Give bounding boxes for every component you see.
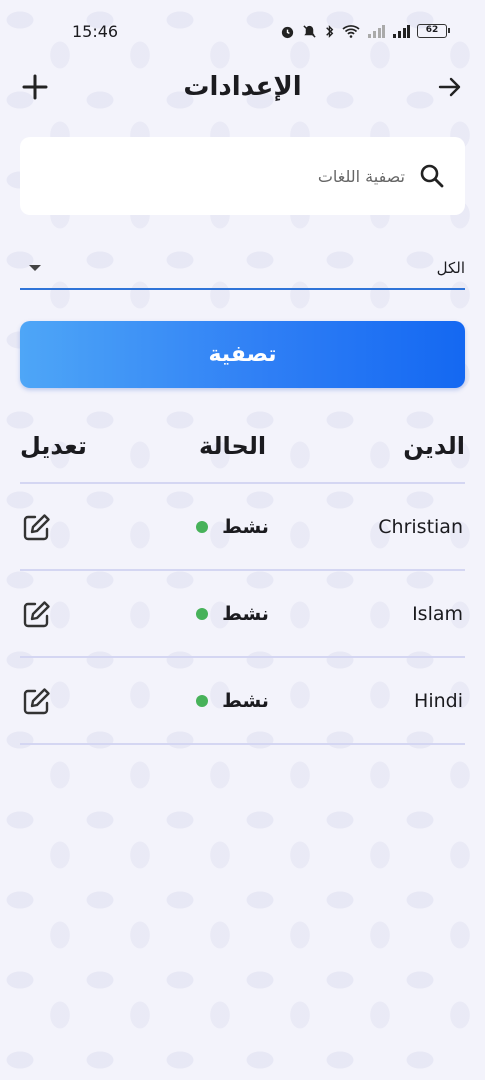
- status-time: 15:46: [72, 21, 119, 41]
- status-cell: نشط: [158, 603, 308, 625]
- active-dot-icon: [196, 694, 209, 707]
- column-header-religion: الدين: [403, 432, 465, 460]
- alarm-icon: [281, 26, 294, 38]
- edit-cell: [20, 510, 140, 544]
- edit-icon: [23, 600, 50, 627]
- app-header: الإعدادات: [0, 62, 485, 112]
- signal-icon: [368, 24, 385, 38]
- plus-icon: [22, 74, 48, 100]
- signal-icon: [393, 24, 410, 38]
- table-row: Christian نشط: [20, 484, 465, 571]
- wifi-icon: [342, 25, 360, 38]
- table-row: Hindi نشط: [20, 658, 465, 745]
- edit-button[interactable]: [20, 597, 54, 631]
- active-dot-icon: [196, 607, 209, 620]
- edit-icon: [23, 687, 50, 714]
- edit-button[interactable]: [20, 510, 54, 544]
- page-title: الإعدادات: [183, 72, 302, 102]
- religion-name: Hindi: [414, 689, 463, 712]
- table-row: Islam نشط: [20, 571, 465, 658]
- arrow-right-icon: [438, 77, 461, 97]
- dropdown-selected-value: الكل: [436, 259, 465, 277]
- status-bar: 15:46 62: [0, 0, 485, 62]
- religion-table: الدين الحالة تعديل Christian نشط Islam ن…: [20, 410, 465, 745]
- edit-icon: [23, 513, 50, 540]
- column-header-status: الحالة: [198, 432, 267, 460]
- status-dropdown[interactable]: الكل: [20, 248, 465, 290]
- column-header-edit: تعديل: [20, 432, 87, 460]
- status-text: نشط: [222, 689, 269, 712]
- table-header: الدين الحالة تعديل: [20, 410, 465, 484]
- back-button[interactable]: [435, 72, 465, 102]
- bluetooth-icon: [326, 24, 334, 38]
- edit-cell: [20, 597, 140, 631]
- religion-name: Islam: [412, 602, 463, 625]
- add-button[interactable]: [20, 72, 50, 102]
- mute-icon: [303, 24, 316, 38]
- search-card: [20, 137, 465, 215]
- active-dot-icon: [196, 520, 209, 533]
- religion-name: Christian: [378, 515, 463, 538]
- caret-down-icon: [29, 265, 41, 271]
- status-text: نشط: [222, 515, 269, 538]
- edit-button[interactable]: [20, 684, 54, 718]
- search-input[interactable]: [75, 166, 405, 186]
- status-cell: نشط: [158, 690, 308, 712]
- battery-level: 62: [425, 25, 439, 35]
- search-icon: [420, 164, 444, 188]
- status-text: نشط: [222, 602, 269, 625]
- status-cell: نشط: [158, 516, 308, 538]
- status-icons: 62: [280, 24, 450, 39]
- edit-cell: [20, 684, 140, 718]
- filter-button[interactable]: تصفية: [20, 321, 465, 388]
- battery-icon: 62: [417, 24, 450, 38]
